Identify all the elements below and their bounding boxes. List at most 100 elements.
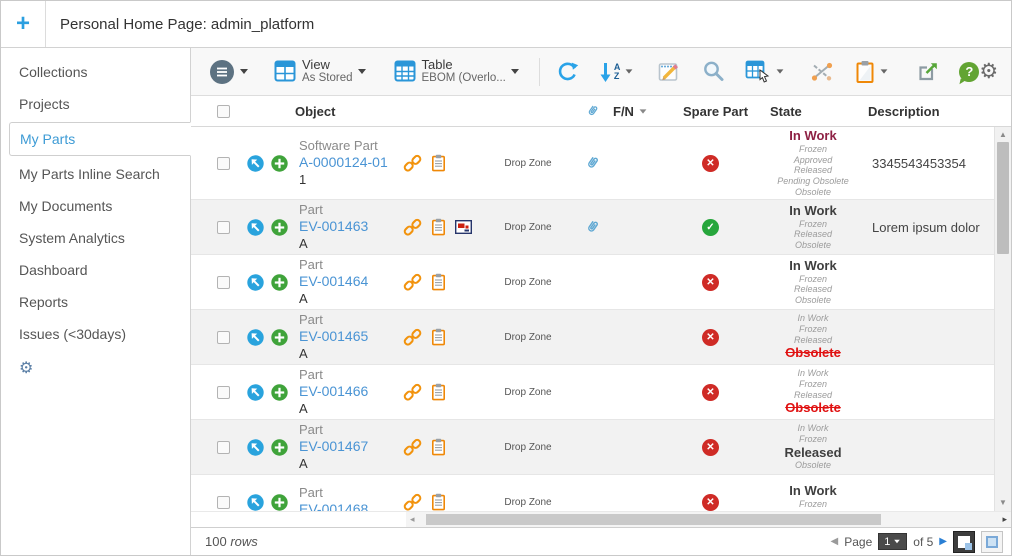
sidebar-item-my-parts[interactable]: My Parts [9,122,191,156]
drop-zone[interactable]: Drop Zone [504,497,551,508]
sidebar-gear-icon[interactable]: ⚙ [1,350,190,386]
horizontal-scrollbar[interactable]: ◂ ▸ [406,512,1011,527]
row-checkbox[interactable] [217,276,230,289]
chain-link-icon[interactable] [403,154,422,173]
scroll-up-arrow-icon[interactable]: ▲ [995,130,1011,139]
item-number-link[interactable]: EV-001465 [299,328,368,346]
sidebar-item-issues-30days[interactable]: Issues (<30days) [1,318,190,350]
add-item-icon[interactable] [271,329,288,346]
item-number-link[interactable]: EV-001463 [299,218,368,236]
sidebar-item-reports[interactable]: Reports [1,286,190,318]
view-dropdown[interactable]: View As Stored [274,58,366,86]
column-header-fn[interactable]: F/N [613,104,663,119]
sidebar-item-system-analytics[interactable]: System Analytics [1,222,190,254]
scroll-right-arrow-icon[interactable]: ▸ [998,514,1011,525]
vertical-scrollbar[interactable]: ▲ ▼ [994,127,1011,511]
clipboard-icon[interactable] [431,273,446,291]
item-number-link[interactable]: EV-001467 [299,438,368,456]
item-number-link[interactable]: EV-001464 [299,273,368,291]
column-header-attachment[interactable] [573,103,613,119]
view-toggle-grid-button[interactable] [953,531,975,553]
attachment-paperclip-icon[interactable] [585,154,601,172]
clipboard-icon[interactable] [431,154,446,172]
column-header-object[interactable]: Object [295,104,403,119]
scroll-down-arrow-icon[interactable]: ▼ [995,498,1011,507]
row-checkbox[interactable] [217,157,230,170]
row-checkbox[interactable] [217,386,230,399]
next-page-button[interactable]: ▶ [939,536,947,547]
table-row[interactable]: Software Part A-0000124-01 1 [191,127,994,200]
chain-link-icon[interactable] [403,438,422,457]
chain-link-icon[interactable] [403,383,422,402]
export-button[interactable] [918,61,939,82]
clipboard-button[interactable] [855,60,888,84]
view-toggle-card-button[interactable] [981,531,1003,553]
table-row[interactable]: Part EV-001466 A [191,365,994,420]
select-all-checkbox[interactable] [217,105,230,118]
add-item-icon[interactable] [271,219,288,236]
attachment-paperclip-icon[interactable] [585,218,601,236]
drop-zone[interactable]: Drop Zone [504,158,551,169]
item-number-link[interactable]: EV-001466 [299,383,368,401]
open-item-icon[interactable] [247,329,264,346]
main-menu-button[interactable] [209,59,248,85]
clipboard-icon[interactable] [431,438,446,456]
row-checkbox[interactable] [217,441,230,454]
chain-link-icon[interactable] [403,218,422,237]
clipboard-icon[interactable] [431,383,446,401]
sidebar-item-collections[interactable]: Collections [1,56,190,88]
drop-zone[interactable]: Drop Zone [504,387,551,398]
chain-link-icon[interactable] [403,328,422,347]
add-tab-button[interactable]: + [1,1,46,47]
table-row[interactable]: Part EV-001464 A [191,255,994,310]
table-row[interactable]: Part EV-001468 [191,475,994,511]
cut-route-button-disabled[interactable] [810,61,833,83]
settings-button[interactable]: ⚙ [979,61,998,82]
add-item-icon[interactable] [271,494,288,511]
sidebar-item-projects[interactable]: Projects [1,88,190,120]
clipboard-icon[interactable] [431,218,446,236]
vertical-scroll-thumb[interactable] [997,142,1009,254]
column-header-spare-part[interactable]: Spare Part [663,104,758,119]
row-checkbox[interactable] [217,496,230,509]
clipboard-icon[interactable] [431,328,446,346]
drop-zone[interactable]: Drop Zone [504,332,551,343]
drop-zone[interactable]: Drop Zone [504,222,551,233]
add-item-icon[interactable] [271,274,288,291]
sidebar-item-dashboard[interactable]: Dashboard [1,254,190,286]
column-header-state[interactable]: State [758,104,868,119]
open-item-icon[interactable] [247,155,264,172]
table-dropdown[interactable]: Table EBOM (Overlo... [394,58,519,86]
table-row[interactable]: Part EV-001463 A [191,200,994,255]
sidebar-item-my-parts-inline-search[interactable]: My Parts Inline Search [1,158,190,190]
add-item-icon[interactable] [271,439,288,456]
column-header-description[interactable]: Description [868,104,1011,119]
open-item-icon[interactable] [247,384,264,401]
drop-zone[interactable]: Drop Zone [504,277,551,288]
open-item-icon[interactable] [247,274,264,291]
open-item-icon[interactable] [247,219,264,236]
sidebar-item-my-documents[interactable]: My Documents [1,190,190,222]
chain-link-icon[interactable] [403,493,422,512]
chain-link-icon[interactable] [403,273,422,292]
sort-button[interactable]: A Z [599,61,634,83]
search-button[interactable] [702,60,725,83]
clipboard-icon[interactable] [431,493,446,511]
page-select[interactable]: 1 [878,533,907,550]
add-item-icon[interactable] [271,384,288,401]
table-row[interactable]: Part EV-001467 A [191,420,994,475]
row-checkbox[interactable] [217,221,230,234]
scroll-left-arrow-icon[interactable]: ◂ [406,514,419,525]
previous-page-button[interactable]: ◀ [831,536,839,547]
item-number-link[interactable]: EV-001468 [299,501,368,511]
open-item-icon[interactable] [247,439,264,456]
help-button[interactable]: ? [959,62,979,82]
open-item-icon[interactable] [247,494,264,511]
table-row[interactable]: Part EV-001465 A [191,310,994,365]
select-columns-button[interactable] [745,60,784,84]
horizontal-scroll-thumb[interactable] [426,514,881,525]
refresh-button[interactable] [556,60,579,83]
drop-zone[interactable]: Drop Zone [504,442,551,453]
item-number-link[interactable]: A-0000124-01 [299,154,388,172]
edit-button[interactable] [657,60,680,83]
